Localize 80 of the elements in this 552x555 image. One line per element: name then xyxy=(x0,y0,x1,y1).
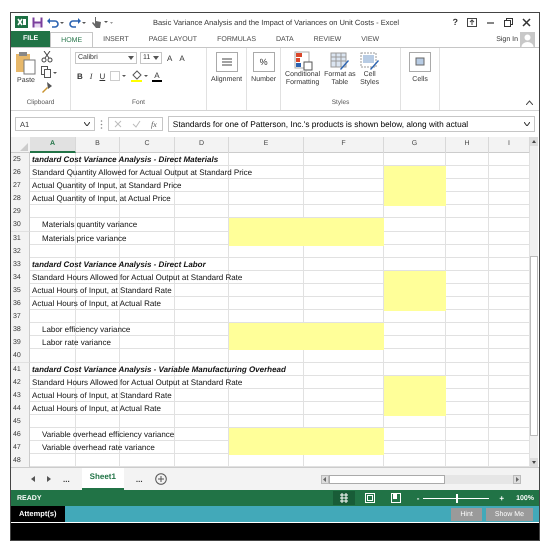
touch-mode-icon[interactable] xyxy=(91,16,113,28)
answer-cell[interactable] xyxy=(384,402,446,416)
scroll-left-icon[interactable] xyxy=(321,474,329,484)
more-icon xyxy=(100,120,103,128)
cell-text: Labor rate variance xyxy=(41,337,111,350)
cell-text: Actual Hours of Input, at Standard Rate xyxy=(31,284,172,297)
conditional-format-icon[interactable] xyxy=(292,51,313,71)
more-sheets-button[interactable]: ... xyxy=(136,474,143,484)
insert-function-button[interactable]: fx xyxy=(151,120,157,128)
caret-icon[interactable] xyxy=(84,122,90,126)
answer-cell[interactable] xyxy=(384,166,446,180)
previous-sheet-icon[interactable] xyxy=(31,476,35,482)
grow-font-button[interactable]: A xyxy=(165,54,174,62)
formula-field[interactable]: Standards for one of Patterson, Inc.'s products is shown below, along with actual xyxy=(168,116,535,132)
cell-text: Standard Quantity Allowed for Actual Output at Standard Price xyxy=(31,167,252,180)
answer-cell[interactable] xyxy=(229,323,384,338)
answer-cell[interactable] xyxy=(229,218,384,232)
check-icon[interactable] xyxy=(132,120,141,128)
next-sheet-icon[interactable] xyxy=(47,476,51,482)
clipboard-icon[interactable] xyxy=(15,51,37,75)
answer-cell[interactable] xyxy=(384,297,446,312)
cell-text: Standard Hours Allowed for Actual Output at Standard Rate xyxy=(31,272,242,284)
scroll-up-icon[interactable] xyxy=(530,137,538,146)
answer-cell[interactable] xyxy=(384,270,446,285)
font-color-button[interactable]: A xyxy=(152,70,162,82)
answer-cell[interactable] xyxy=(229,232,384,246)
shrink-font-button[interactable]: A xyxy=(177,54,187,62)
undo-icon[interactable] xyxy=(47,16,65,28)
fill-color-icon[interactable] xyxy=(131,70,150,82)
spreadsheet-logo-icon[interactable] xyxy=(15,16,28,28)
horizontal-scrollbar-thumb[interactable] xyxy=(329,474,445,484)
table-format-icon[interactable] xyxy=(330,51,350,71)
cell-text: Variable overhead rate variance xyxy=(41,442,155,454)
cell-styles-icon[interactable] xyxy=(360,51,380,71)
bold-button[interactable]: B xyxy=(75,72,85,80)
scissors-icon[interactable] xyxy=(41,51,53,63)
zoom-slider-thumb[interactable] xyxy=(456,494,458,503)
underline-button[interactable]: U xyxy=(97,72,108,80)
cell-text: tandard Cost Variance Analysis - Direct Materials xyxy=(31,154,218,166)
align-lines-icon[interactable] xyxy=(216,52,238,72)
vertical-scrollbar-thumb[interactable] xyxy=(530,256,538,436)
save-icon[interactable] xyxy=(32,16,43,28)
cell-text: Actual Hours of Input, at Actual Rate xyxy=(31,402,161,415)
zoom-in-button[interactable]: + xyxy=(499,494,504,503)
cell-text: Actual Quantity of Input, at Actual Price xyxy=(31,193,171,206)
expand-icon[interactable] xyxy=(524,122,530,126)
scroll-down-icon[interactable] xyxy=(530,458,538,468)
cell-text: Actual Hours of Input, at Standard Rate xyxy=(31,390,172,402)
cell-text: Variable overhead efficiency variance xyxy=(41,428,174,441)
answer-cell[interactable] xyxy=(229,441,384,456)
italic-button[interactable]: I xyxy=(88,72,94,80)
cell-text: tandard Cost Variance Analysis - Variable Manufacturing Overhead xyxy=(31,364,286,376)
format-painter-icon[interactable] xyxy=(41,81,53,93)
zoom-out-button[interactable]: - xyxy=(416,494,420,503)
cell-text: Actual Quantity of Input, at Standard Price xyxy=(31,180,182,192)
cell-text: Actual Hours of Input, at Actual Rate xyxy=(31,298,161,310)
scroll-right-icon[interactable] xyxy=(513,474,521,484)
cell-text: Materials quantity variance xyxy=(41,219,138,232)
ribbon-display-icon[interactable] xyxy=(467,18,477,26)
answer-cell[interactable] xyxy=(229,428,384,442)
close-icon[interactable] xyxy=(522,18,531,26)
cell-text: Materials price variance xyxy=(41,232,126,245)
sheet-tab[interactable]: Sheet1 xyxy=(82,468,124,490)
help-button[interactable]: ? xyxy=(452,17,458,27)
answer-cell[interactable] xyxy=(229,336,384,350)
grid-view-icon[interactable] xyxy=(332,491,355,506)
collapse-ribbon-icon[interactable] xyxy=(526,100,533,105)
cell-text: tandard Cost Variance Analysis - Direct Labor xyxy=(31,258,206,271)
more-sheets-button[interactable]: ... xyxy=(63,474,70,484)
cell-text: Standard Hours Allowed for Actual Output at Standard Rate xyxy=(31,376,242,389)
restore-icon[interactable] xyxy=(504,18,513,26)
redo-icon[interactable] xyxy=(69,16,87,28)
answer-cell[interactable] xyxy=(384,192,446,206)
caret-icon[interactable] xyxy=(128,56,134,60)
cell-text: Labor efficiency variance xyxy=(41,324,130,336)
answer-cell[interactable] xyxy=(384,376,446,390)
caret-icon[interactable] xyxy=(153,56,159,60)
copy-icon[interactable] xyxy=(41,66,57,78)
cells-icon[interactable] xyxy=(409,52,432,72)
add-sheet-icon[interactable] xyxy=(154,473,167,486)
